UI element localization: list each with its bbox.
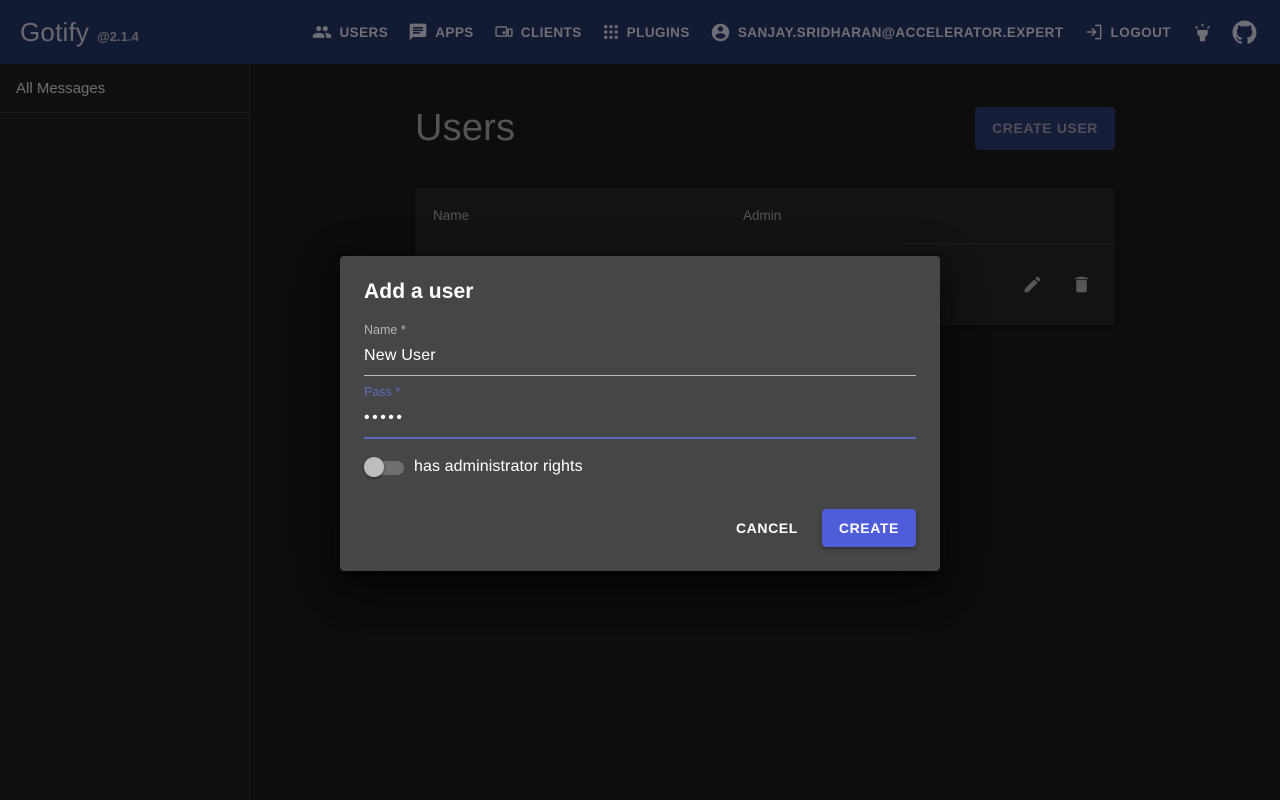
dialog-body: Name * Pass * ••••• has administrator ri… [364, 308, 916, 487]
pass-field-underline [364, 437, 916, 439]
pass-field-group: Pass * ••••• [364, 384, 916, 439]
pass-input[interactable]: ••••• [364, 402, 916, 437]
name-field-underline [364, 375, 916, 376]
toggle-thumb [364, 457, 384, 477]
dialog-title: Add a user [364, 256, 916, 308]
app-root: Gotify @2.1.4 USERS APPS [0, 0, 1280, 800]
create-button[interactable]: CREATE [822, 509, 916, 547]
pass-field-label: Pass * [364, 384, 916, 400]
admin-switch-row: has administrator rights [364, 457, 916, 477]
cancel-button[interactable]: CANCEL [720, 509, 814, 547]
admin-switch-label: has administrator rights [414, 458, 583, 476]
name-input[interactable] [364, 340, 916, 375]
dialog-actions: CANCEL CREATE [364, 487, 916, 563]
name-field-group: Name * [364, 322, 916, 376]
name-field-label: Name * [364, 322, 916, 338]
admin-rights-toggle[interactable] [364, 457, 404, 477]
add-user-dialog: Add a user Name * Pass * ••••• has admin… [340, 256, 940, 571]
